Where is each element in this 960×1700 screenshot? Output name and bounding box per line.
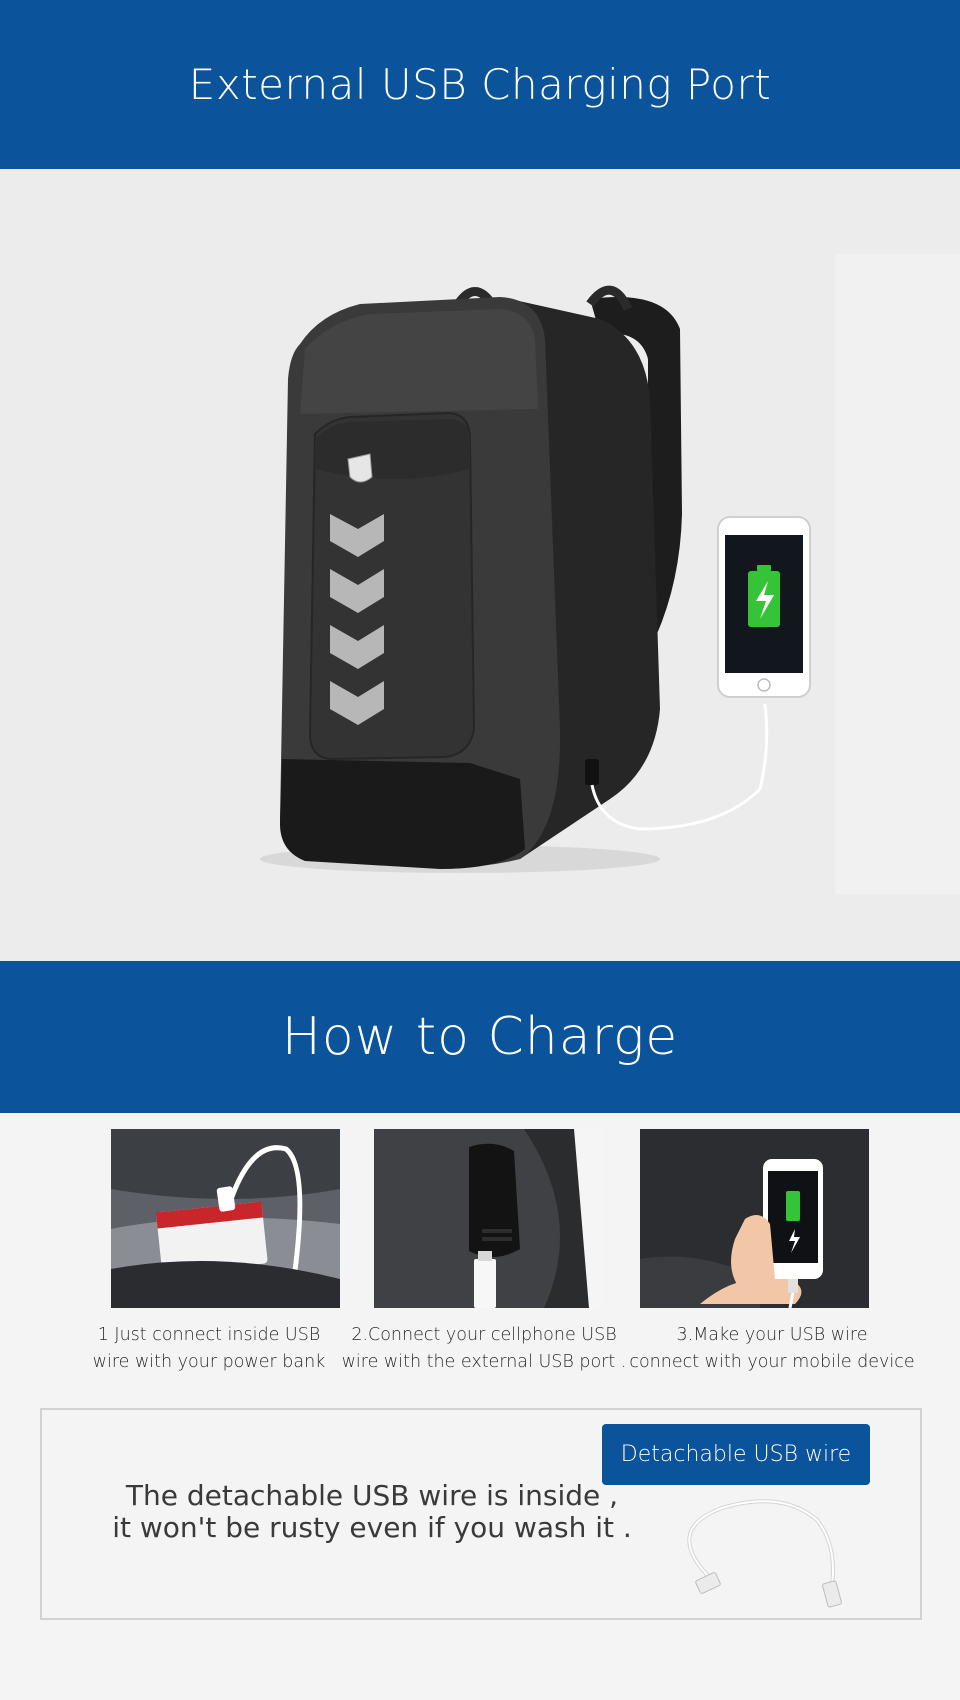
how-to-charge-banner: How to Charge bbox=[0, 961, 960, 1113]
hero-image-area bbox=[0, 169, 960, 961]
backpack-with-phone-charging-image bbox=[260, 254, 960, 894]
step-2-caption: 2.Connect your cellphone USB wire with t… bbox=[334, 1322, 634, 1376]
info-line: it won't be rusty even if you wash it . bbox=[112, 1511, 632, 1544]
external-usb-port-image bbox=[374, 1129, 603, 1308]
step-3-image bbox=[640, 1129, 869, 1308]
detachable-usb-info-box: The detachable USB wire is inside , it w… bbox=[40, 1408, 922, 1620]
caption-line: 1 Just connect inside USB bbox=[97, 1325, 321, 1345]
caption-line: wire with your power bank bbox=[92, 1352, 326, 1372]
caption-line: 3.Make your USB wire bbox=[676, 1325, 868, 1345]
info-text: The detachable USB wire is inside , it w… bbox=[112, 1480, 632, 1544]
power-bank-in-pocket-image bbox=[111, 1129, 340, 1308]
phone-charging-in-hand-image bbox=[640, 1129, 869, 1308]
banner-title: External USB Charging Port bbox=[188, 60, 772, 109]
step-2-image bbox=[374, 1129, 603, 1308]
detachable-usb-badge: Detachable USB wire bbox=[602, 1424, 870, 1485]
step-3-caption: 3.Make your USB wire connect with your m… bbox=[622, 1322, 922, 1376]
step-1-caption: 1 Just connect inside USB wire with your… bbox=[59, 1322, 359, 1376]
caption-line: 2.Connect your cellphone USB bbox=[351, 1325, 617, 1345]
banner-title: How to Charge bbox=[281, 1007, 679, 1067]
top-banner: External USB Charging Port bbox=[0, 0, 960, 169]
usb-cable-image bbox=[687, 1499, 842, 1608]
step-1-image bbox=[111, 1129, 340, 1308]
info-line: The detachable USB wire is inside , bbox=[125, 1479, 619, 1512]
caption-line: connect with your mobile device bbox=[629, 1352, 915, 1372]
caption-line: wire with the external USB port . bbox=[341, 1352, 627, 1372]
